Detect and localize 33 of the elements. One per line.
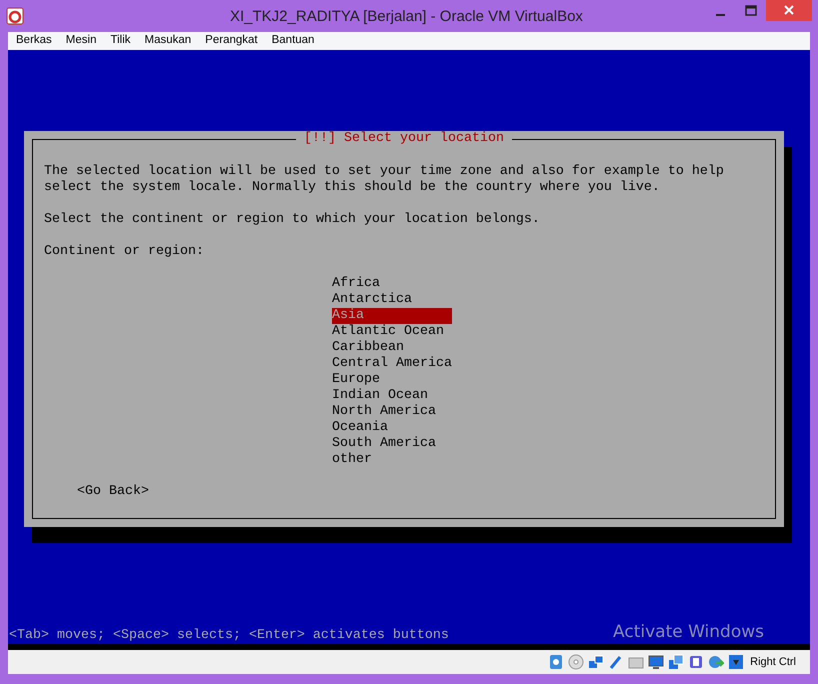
menu-item[interactable]: Tilik [110, 32, 130, 50]
menu-item[interactable]: Bantuan [272, 32, 314, 50]
list-option[interactable]: Oceania [332, 420, 452, 436]
list-label: Continent or region: [44, 244, 205, 260]
list-option[interactable]: Indian Ocean [332, 388, 452, 404]
list-option[interactable]: Atlantic Ocean [332, 324, 452, 340]
menu-item[interactable]: Mesin [66, 32, 96, 50]
description-text: The selected location will be used to set your time zone and also for example to help select the system locale. Normally this should be the country where you live. [44, 164, 725, 196]
list-option[interactable]: Central America [332, 356, 452, 372]
host-key-label: Right Ctrl [750, 654, 796, 670]
close-button[interactable] [766, 0, 812, 21]
menu-item[interactable]: Perangkat [205, 32, 258, 50]
window-title: XI_TKJ2_RADITYA [Berjalan] - Oracle VM VirtualBox [230, 7, 583, 27]
list-option[interactable]: other [332, 452, 452, 468]
list-option[interactable]: Caribbean [332, 340, 452, 356]
list-option[interactable]: South America [332, 436, 452, 452]
windows-icon[interactable] [668, 654, 684, 670]
go-back-button[interactable]: <Go Back> [77, 484, 149, 500]
list-option[interactable]: North America [332, 404, 452, 420]
disc-icon[interactable] [568, 654, 584, 670]
list-option[interactable]: Antarctica [332, 292, 452, 308]
help-line: <Tab> moves; <Space> selects; <Enter> activates buttons [9, 628, 449, 644]
menu-item[interactable]: Berkas [16, 32, 52, 50]
activate-windows-text: Activate Windows [613, 624, 764, 640]
network-icon[interactable] [588, 654, 604, 670]
list-option[interactable]: Europe [332, 372, 452, 388]
menu-item[interactable]: Masukan [144, 32, 192, 50]
app-logo-icon [6, 7, 24, 25]
arrow-down-icon[interactable] [728, 654, 744, 670]
instruction-text: Select the continent or region to which your location belongs. [44, 212, 541, 228]
monitor-icon[interactable] [648, 654, 664, 670]
list-option[interactable]: Africa [332, 276, 452, 292]
dialog-title: [!!] Select your location [296, 131, 512, 147]
